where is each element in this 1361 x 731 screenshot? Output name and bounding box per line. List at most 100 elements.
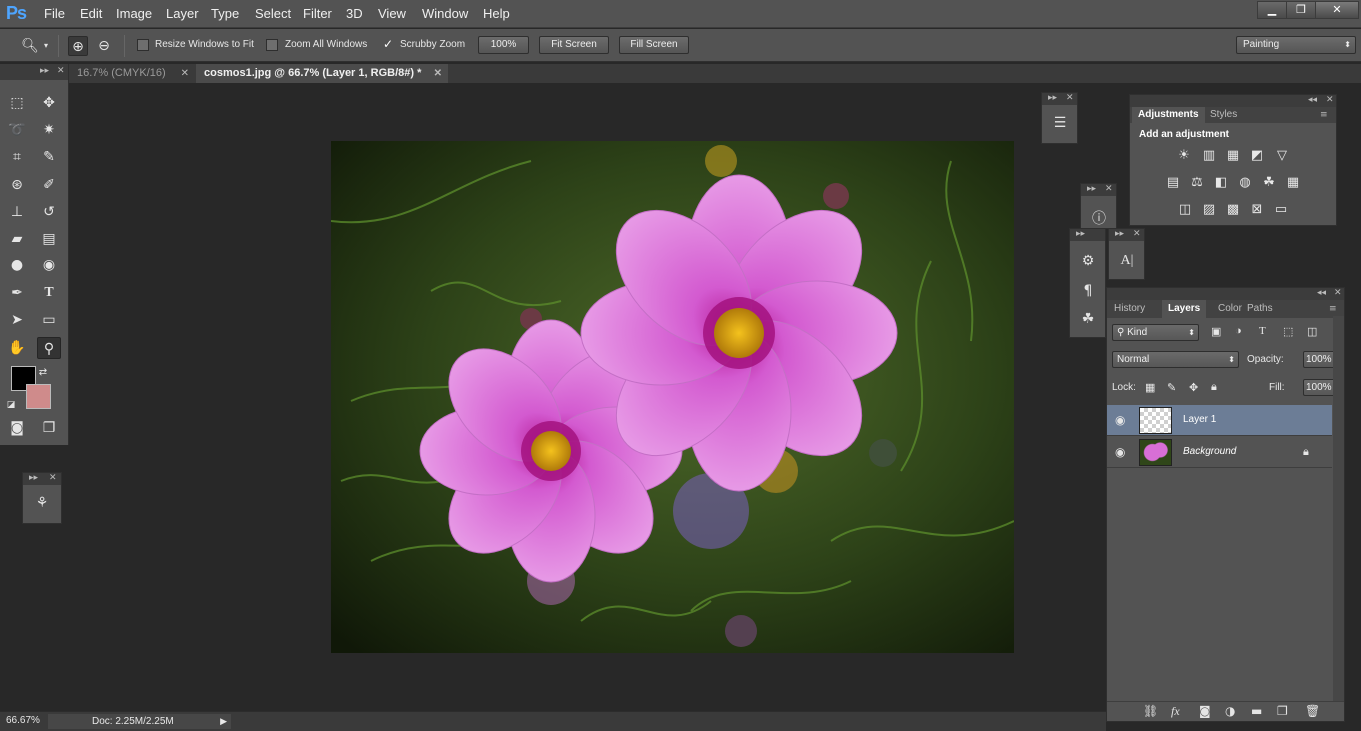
tab-adjustments[interactable]: Adjustments [1132, 107, 1205, 123]
move-tool-icon[interactable]: ✥ [37, 92, 61, 114]
clone-source-icon[interactable]: ☘ [1078, 311, 1098, 327]
delete-layer-icon[interactable]: 🗑︎ [1305, 704, 1320, 718]
collapse-icon[interactable]: ◂◂ [1308, 95, 1317, 105]
color-balance-icon[interactable]: ⚖ [1188, 174, 1206, 192]
close-button[interactable]: ✕ [1315, 1, 1359, 19]
close-panel-icon[interactable]: ✕ [49, 473, 57, 483]
collapse-icon[interactable]: ▸▸ [29, 473, 38, 483]
dodge-tool-icon[interactable]: ◉ [37, 254, 61, 276]
hue-saturation-icon[interactable]: ▤ [1164, 174, 1182, 192]
close-panel-icon[interactable]: ✕ [1334, 288, 1342, 298]
menu-image[interactable]: Image [116, 6, 152, 21]
panel-menu-icon[interactable]: ≡ [1329, 304, 1337, 314]
menu-help[interactable]: Help [483, 6, 510, 21]
brush-tool-icon[interactable]: ✐ [37, 174, 61, 196]
strip-header[interactable]: ▸▸ ✕ [1109, 229, 1144, 241]
document-size-info[interactable]: Doc: 2.25M/2.25M ▶ [48, 714, 231, 729]
visibility-eye-icon[interactable]: ◉ [1115, 445, 1125, 459]
hand-tool-icon[interactable]: ✋ [5, 337, 29, 359]
color-lookup-icon[interactable]: ▦ [1284, 174, 1302, 192]
link-layers-icon[interactable]: ⛓ [1143, 704, 1158, 718]
eyedropper-tool-icon[interactable]: ✎ [37, 146, 61, 168]
path-selection-tool-icon[interactable]: ➤ [5, 309, 29, 331]
menu-type[interactable]: Type [211, 6, 239, 21]
levels-icon[interactable]: ▥ [1200, 147, 1218, 165]
gradient-tool-icon[interactable]: ▤ [37, 228, 61, 250]
threshold-icon[interactable]: ▩ [1224, 201, 1242, 219]
zoom-tool-icon[interactable]: 🔍︎ [20, 36, 40, 56]
close-panel-icon[interactable]: ✕ [1133, 229, 1141, 239]
document-tab-active[interactable]: cosmos1.jpg @ 66.7% (Layer 1, RGB/8#) * … [196, 64, 448, 83]
status-menu-arrow-icon[interactable]: ▶ [220, 714, 227, 729]
document-tab[interactable]: 16.7% (CMYK/16) ✕ [69, 64, 195, 83]
selective-color-icon[interactable]: ⊠ [1248, 201, 1266, 219]
collapse-icon[interactable]: ▸▸ [1076, 229, 1085, 239]
crop-tool-icon[interactable]: ⌗ [5, 146, 29, 168]
rectangle-tool-icon[interactable]: ▭ [37, 309, 61, 331]
clone-stamp-tool-icon[interactable]: ⊥ [5, 201, 29, 223]
close-panel-icon[interactable]: ✕ [57, 66, 65, 76]
curves-icon[interactable]: ▦ [1224, 147, 1242, 165]
fit-screen-button[interactable]: Fit Screen [539, 36, 609, 54]
tool-presets-header[interactable]: ▸▸ ✕ [23, 473, 61, 485]
layer-row[interactable]: ◉ Layer 1 [1107, 405, 1332, 436]
close-panel-icon[interactable]: ✕ [1326, 95, 1334, 105]
strip-header[interactable]: ▸▸ [1070, 229, 1105, 241]
type-tool-icon[interactable]: T [37, 282, 61, 304]
tool-preset-chevron-icon[interactable]: ▾ [40, 36, 52, 56]
menu-filter[interactable]: Filter [303, 6, 332, 21]
marquee-tool-icon[interactable]: ⬚ [5, 92, 29, 114]
zoom-100-button[interactable]: 100% [478, 36, 529, 54]
collapse-icon[interactable]: ◂◂ [1317, 288, 1326, 298]
layer-style-icon[interactable]: fx [1171, 704, 1180, 719]
close-tab-icon[interactable]: ✕ [434, 64, 442, 83]
background-color-swatch[interactable] [26, 384, 51, 409]
blend-mode-select[interactable]: Normal ⬍ [1112, 351, 1239, 368]
brush-presets-icon[interactable]: ⚙ [1078, 253, 1098, 269]
resize-windows-checkbox[interactable] [137, 39, 149, 51]
history-brush-tool-icon[interactable]: ↺ [37, 201, 61, 223]
spot-healing-tool-icon[interactable]: ⊛ [5, 174, 29, 196]
exposure-icon[interactable]: ◩ [1248, 147, 1266, 165]
zoom-all-windows-checkbox[interactable] [266, 39, 278, 51]
menu-layer[interactable]: Layer [166, 6, 199, 21]
paragraph-icon[interactable]: ¶ [1078, 283, 1098, 299]
tab-history[interactable]: History [1108, 300, 1151, 318]
filter-smart-object-icon[interactable]: ◫ [1307, 325, 1317, 338]
menu-view[interactable]: View [378, 6, 406, 21]
collapse-icon[interactable]: ▸▸ [1087, 184, 1096, 194]
panel-header[interactable]: ◂◂ ✕ [1107, 288, 1344, 300]
vibrance-icon[interactable]: ▽ [1273, 147, 1291, 165]
pen-tool-icon[interactable]: ✒ [5, 282, 29, 304]
tab-paths[interactable]: Paths [1241, 300, 1279, 318]
layer-row[interactable]: ◉ Background 🔒︎ [1107, 437, 1332, 468]
minimize-button[interactable]: ▁ [1257, 1, 1287, 19]
collapse-icon[interactable]: ▸▸ [1048, 93, 1057, 103]
new-group-icon[interactable]: ▬ [1251, 704, 1262, 718]
eraser-tool-icon[interactable]: ▰ [5, 228, 29, 250]
tab-styles[interactable]: Styles [1204, 107, 1243, 123]
layers-scrollbar[interactable] [1333, 316, 1344, 701]
lock-all-icon[interactable]: 🔒︎ [1211, 381, 1217, 394]
quick-mask-icon[interactable]: ◙ [5, 417, 29, 439]
add-mask-icon[interactable]: ◙ [1199, 704, 1211, 718]
tab-layers[interactable]: Layers [1162, 300, 1207, 318]
layer-name[interactable]: Background [1183, 446, 1236, 457]
tools-panel-header[interactable]: ▸▸ ✕ [0, 64, 68, 80]
lock-position-icon[interactable]: ✥ [1189, 381, 1198, 394]
collapse-icon[interactable]: ▸▸ [40, 66, 49, 76]
menu-edit[interactable]: Edit [80, 6, 102, 21]
lock-pixels-icon[interactable]: ✎ [1167, 381, 1176, 394]
channel-mixer-icon[interactable]: ☘ [1260, 174, 1278, 192]
swap-colors-icon[interactable]: ⇄ [36, 362, 50, 384]
fill-screen-button[interactable]: Fill Screen [619, 36, 689, 54]
black-white-icon[interactable]: ◧ [1212, 174, 1230, 192]
new-adjustment-layer-icon[interactable]: ◑ [1225, 704, 1235, 718]
close-panel-icon[interactable]: ✕ [1105, 184, 1113, 194]
collapse-icon[interactable]: ▸▸ [1115, 229, 1124, 239]
strip-header[interactable]: ▸▸ ✕ [1081, 184, 1116, 196]
gradient-map-icon[interactable]: ▭ [1272, 201, 1290, 219]
lasso-tool-icon[interactable]: ➰ [5, 119, 29, 141]
menu-select[interactable]: Select [255, 6, 291, 21]
restore-button[interactable]: ❐ [1286, 1, 1316, 19]
